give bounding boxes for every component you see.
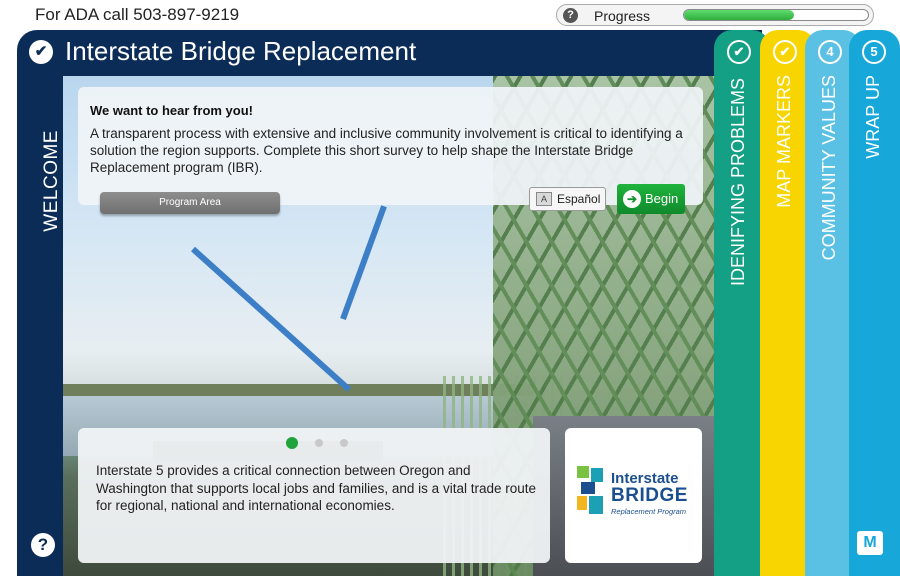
hero-body: A transparent process with extensive and… (90, 126, 683, 175)
carousel-dot[interactable] (340, 439, 348, 447)
begin-label: Begin (645, 191, 679, 206)
ibr-logo-mark-icon (577, 466, 603, 514)
progress-bar (683, 9, 869, 21)
hero-card: We want to hear from you! A transparent … (78, 87, 703, 205)
carousel-dots (286, 437, 348, 449)
title-row: ✔ Interstate Bridge Replacement (17, 30, 762, 74)
brand-logo-icon[interactable]: M (857, 531, 883, 555)
check-icon: ✔ (727, 40, 751, 64)
check-icon: ✔ (29, 40, 53, 64)
espanol-label: Español (557, 192, 601, 206)
logo-line-2: BRIDGE (611, 485, 688, 506)
carousel-dot[interactable] (286, 437, 298, 449)
program-area-tab[interactable]: Program Area (100, 192, 280, 214)
arrow-right-icon: ➔ (623, 190, 641, 208)
question-icon[interactable]: ? (563, 8, 578, 23)
progress-label: Progress (594, 8, 651, 24)
ada-contact-text: For ADA call 503-897-9219 (35, 5, 240, 24)
tab-wrap-up[interactable]: 5 WRAP UP M (849, 30, 900, 576)
language-icon: A (536, 192, 552, 206)
page-title: Interstate Bridge Replacement (65, 36, 417, 66)
begin-button[interactable]: ➔ Begin (617, 184, 685, 214)
info-text: Interstate 5 provides a critical connect… (96, 463, 536, 513)
tab-label: WRAP UP (863, 75, 883, 159)
carousel-dot[interactable] (315, 439, 323, 447)
ibr-logo: Interstate BRIDGE Replacement Program (565, 428, 702, 563)
progress-indicator: ? Progress (556, 4, 874, 26)
tab-label: MAP MARKERS (774, 75, 794, 208)
top-bar: For ADA call 503-897-9219 ? Progress (0, 0, 900, 30)
logo-line-3: Replacement Program (611, 507, 687, 516)
step-number-badge: 5 (862, 40, 886, 64)
check-icon: ✔ (773, 40, 797, 64)
progress-fill (684, 10, 795, 20)
help-icon[interactable]: ? (31, 533, 55, 557)
tab-label: IDENIFYING PROBLEMS (728, 78, 748, 287)
espanol-button[interactable]: A Español (529, 187, 606, 211)
welcome-label[interactable]: WELCOME (41, 130, 63, 232)
step-number-badge: 4 (818, 40, 842, 64)
tab-label: COMMUNITY VALUES (819, 75, 839, 261)
hero-heading: We want to hear from you! (90, 103, 253, 118)
welcome-panel: ✔ Interstate Bridge Replacement WELCOME … (17, 30, 762, 576)
